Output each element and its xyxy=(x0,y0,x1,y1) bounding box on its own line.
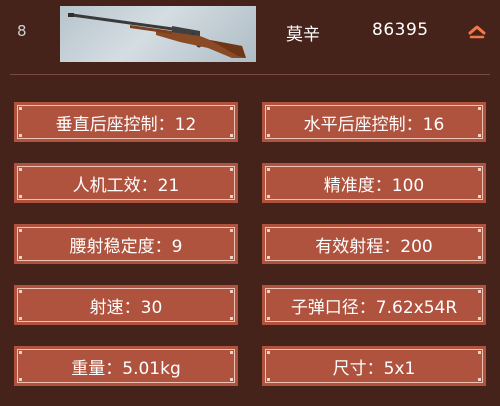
header-divider xyxy=(10,74,490,75)
weapon-name: 莫辛 xyxy=(286,25,320,45)
stat-ergonomics: 人机工效：21 xyxy=(14,163,238,203)
stat-label: 垂直后座控制：12 xyxy=(55,114,197,135)
stat-label: 精准度：100 xyxy=(323,175,425,196)
stat-label: 重量：5.01kg xyxy=(71,358,181,379)
stat-label: 子弹口径：7.62x54R xyxy=(290,297,458,318)
stat-hipfire-stability: 腰射稳定度：9 xyxy=(14,224,238,264)
stat-horizontal-recoil: 水平后座控制：16 xyxy=(262,102,486,142)
stat-size: 尺寸：5x1 xyxy=(262,346,486,386)
stat-label: 腰射稳定度：9 xyxy=(69,236,183,257)
stat-vertical-recoil: 垂直后座控制：12 xyxy=(14,102,238,142)
stat-label: 水平后座控制：16 xyxy=(303,114,445,135)
chevron-up-icon[interactable] xyxy=(467,24,487,39)
stat-fire-rate: 射速：30 xyxy=(14,285,238,325)
stat-accuracy: 精准度：100 xyxy=(262,163,486,203)
rifle-icon xyxy=(68,13,246,58)
rank-number: 8 xyxy=(17,22,27,40)
stat-label: 尺寸：5x1 xyxy=(332,358,416,379)
weapon-image xyxy=(60,6,256,62)
stat-weight: 重量：5.01kg xyxy=(14,346,238,386)
stat-effective-range: 有效射程：200 xyxy=(262,224,486,264)
weapon-id: 86395 xyxy=(372,20,429,40)
weapon-header: 8 莫辛 86395 xyxy=(0,0,500,72)
stat-label: 有效射程：200 xyxy=(315,236,433,257)
stat-label: 人机工效：21 xyxy=(72,175,180,196)
stat-label: 射速：30 xyxy=(89,297,163,318)
stat-caliber: 子弹口径：7.62x54R xyxy=(262,285,486,325)
